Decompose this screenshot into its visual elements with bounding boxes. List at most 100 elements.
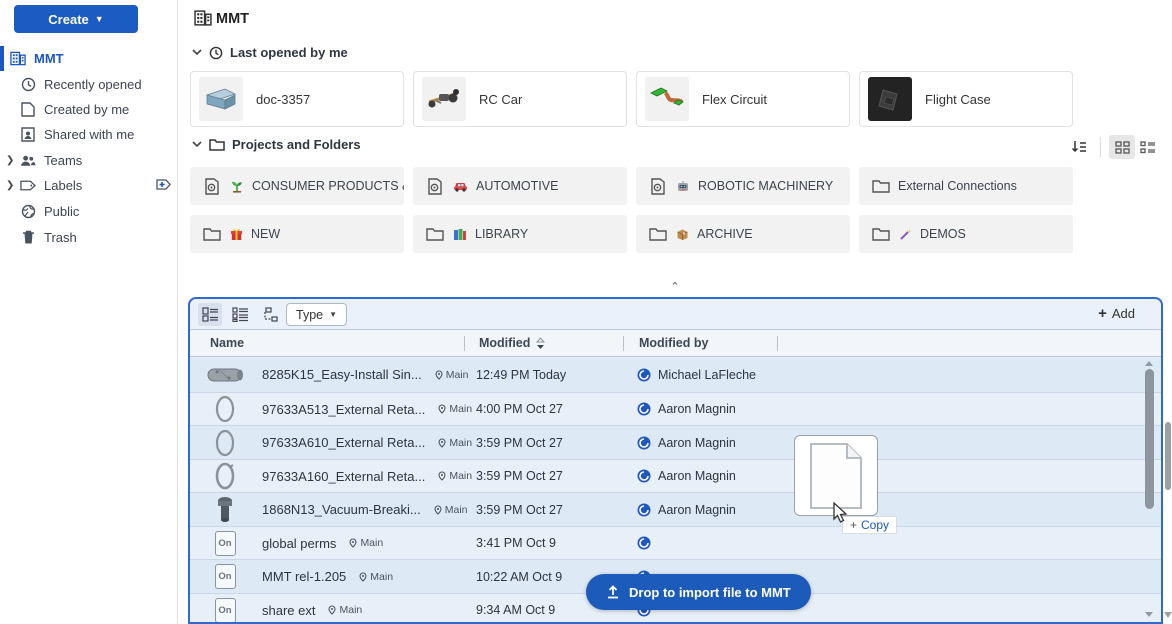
tree-view-icon[interactable] [258, 303, 282, 326]
company-icon [10, 51, 26, 66]
folder-icon [426, 227, 444, 241]
flat-list-view-icon[interactable] [198, 303, 222, 326]
sidebar-item-trash[interactable]: Trash [0, 225, 177, 250]
add-button[interactable]: + Add [1098, 305, 1135, 322]
column-header-modified[interactable]: Modified [479, 336, 530, 350]
column-resize-handle[interactable] [623, 336, 624, 351]
modified-time: 10:22 AM Oct 9 [476, 560, 562, 594]
sort-icon[interactable] [1066, 135, 1092, 159]
company-icon [194, 10, 212, 26]
collapse-panel-button[interactable]: ⌃ [660, 280, 690, 293]
branch-chip: Main [349, 537, 383, 549]
drop-import-hint[interactable]: Drop to import file to MMT [586, 574, 811, 610]
clock-icon [209, 46, 223, 60]
document-card-name: doc-3357 [256, 92, 310, 107]
modified-by-name: Aaron Magnin [658, 469, 736, 483]
recent-section-header[interactable]: Last opened by me [192, 45, 348, 60]
clock-icon [20, 77, 36, 92]
document-thumbnail [199, 77, 243, 121]
column-header-modified-by[interactable]: Modified by [639, 336, 708, 350]
table-row[interactable]: 97633A160_External Reta... Main 3:59 PM … [190, 459, 1161, 493]
column-resize-handle[interactable] [777, 336, 778, 351]
project-card[interactable]: CONSUMER PRODUCTS & RE... [190, 167, 404, 205]
folder-card[interactable]: ARCHIVE [636, 215, 850, 253]
part-thumbnail-ring [204, 427, 246, 458]
chevron-right-icon[interactable]: ❯ [6, 180, 20, 191]
sidebar-item-teams[interactable]: ❯ Teams [0, 148, 177, 173]
mouse-cursor [832, 502, 849, 524]
file-name: 1868N13_Vacuum-Breaki... [262, 502, 421, 517]
document-card[interactable]: doc-3357 [190, 71, 404, 127]
grid-view-button[interactable] [1109, 135, 1135, 159]
globe-icon [20, 204, 36, 219]
chevron-down-icon[interactable] [192, 49, 202, 56]
folder-card[interactable]: LIBRARY [413, 215, 627, 253]
sidebar-item-created-by-me[interactable]: Created by me [0, 97, 177, 122]
folder-card[interactable]: DEMOS [859, 215, 1073, 253]
sidebar-item-mmt[interactable]: MMT [0, 46, 177, 71]
sidebar-item-recently-opened[interactable]: Recently opened [0, 72, 177, 97]
package-emoji [676, 228, 689, 241]
file-outline-icon [810, 443, 862, 509]
page-scroll-down-arrow[interactable] [1163, 611, 1172, 619]
table-scrollbar-thumb[interactable] [1145, 369, 1154, 509]
files-toolbar: Type ▼ + Add [190, 299, 1161, 330]
page-scrollbar-thumb[interactable] [1165, 422, 1171, 490]
branch-chip: Main [359, 571, 393, 583]
project-card[interactable]: ROBOTIC MACHINERY [636, 167, 850, 205]
create-button[interactable]: Create ▼ [14, 5, 138, 33]
file-name: 97633A610_External Reta... [262, 435, 425, 450]
projects-section-title: Projects and Folders [232, 137, 361, 152]
folder-icon [872, 227, 890, 241]
sidebar-item-label: Labels [44, 178, 82, 193]
sidebar-item-labels[interactable]: ❯ Labels [0, 173, 177, 198]
projects-section-header[interactable]: Projects and Folders [192, 137, 361, 152]
add-label-icon[interactable] [153, 178, 171, 192]
document-card[interactable]: Flight Case [859, 71, 1073, 127]
drag-copy-badge: + Copy [842, 516, 897, 534]
type-filter-dropdown[interactable]: Type ▼ [286, 303, 347, 326]
modified-time: 3:59 PM Oct 27 [476, 460, 563, 494]
avatar [637, 536, 651, 550]
project-card-name: CONSUMER PRODUCTS & RE... [252, 179, 404, 193]
file-name: 8285K15_Easy-Install Sin... [262, 367, 422, 382]
column-resize-handle[interactable] [464, 336, 465, 351]
document-icon [20, 102, 36, 117]
folder-card[interactable]: External Connections [859, 167, 1073, 205]
sort-descending-icon[interactable] [536, 337, 545, 350]
chevron-right-icon[interactable]: ❯ [6, 155, 20, 166]
document-card[interactable]: Flex Circuit [636, 71, 850, 127]
column-header-name[interactable]: Name [210, 336, 244, 350]
onshape-document-icon: On [204, 528, 246, 559]
scroll-down-arrow[interactable] [1144, 611, 1154, 618]
table-row[interactable]: On global perms Main 3:41 PM Oct 9 [190, 526, 1161, 560]
type-filter-label: Type [296, 308, 323, 322]
table-row[interactable]: 1868N13_Vacuum-Breaki... Main 3:59 PM Oc… [190, 492, 1161, 526]
chevron-down-icon[interactable] [192, 141, 202, 148]
part-thumbnail-plug [204, 494, 246, 525]
file-name: 97633A160_External Reta... [262, 469, 425, 484]
table-row[interactable]: 8285K15_Easy-Install Sin... Main 12:49 P… [190, 358, 1161, 392]
document-thumbnail [645, 77, 689, 121]
project-card[interactable]: AUTOMOTIVE [413, 167, 627, 205]
scroll-up-arrow[interactable] [1144, 360, 1154, 367]
add-button-label: Add [1112, 306, 1135, 321]
sidebar-item-label: Public [44, 204, 79, 219]
sidebar-item-shared-with-me[interactable]: Shared with me [0, 122, 177, 147]
part-thumbnail-ring [204, 461, 246, 492]
grouped-list-view-icon[interactable] [228, 303, 252, 326]
sidebar-item-public[interactable]: Public [0, 199, 177, 224]
modified-by-name: Aaron Magnin [658, 402, 736, 416]
modified-time: 3:59 PM Oct 27 [476, 493, 563, 527]
document-card-name: Flex Circuit [702, 92, 767, 107]
file-name: MMT rel-1.205 [262, 569, 346, 584]
list-view-button[interactable] [1135, 135, 1161, 159]
table-row[interactable]: 97633A513_External Reta... Main 4:00 PM … [190, 392, 1161, 426]
table-row[interactable]: 97633A610_External Reta... Main 3:59 PM … [190, 425, 1161, 459]
avatar [637, 469, 651, 483]
folder-card[interactable]: NEW [190, 215, 404, 253]
folder-card-name: NEW [251, 227, 280, 241]
branch-chip: Main [438, 470, 472, 482]
document-card[interactable]: RC Car [413, 71, 627, 127]
upload-icon [606, 585, 620, 599]
